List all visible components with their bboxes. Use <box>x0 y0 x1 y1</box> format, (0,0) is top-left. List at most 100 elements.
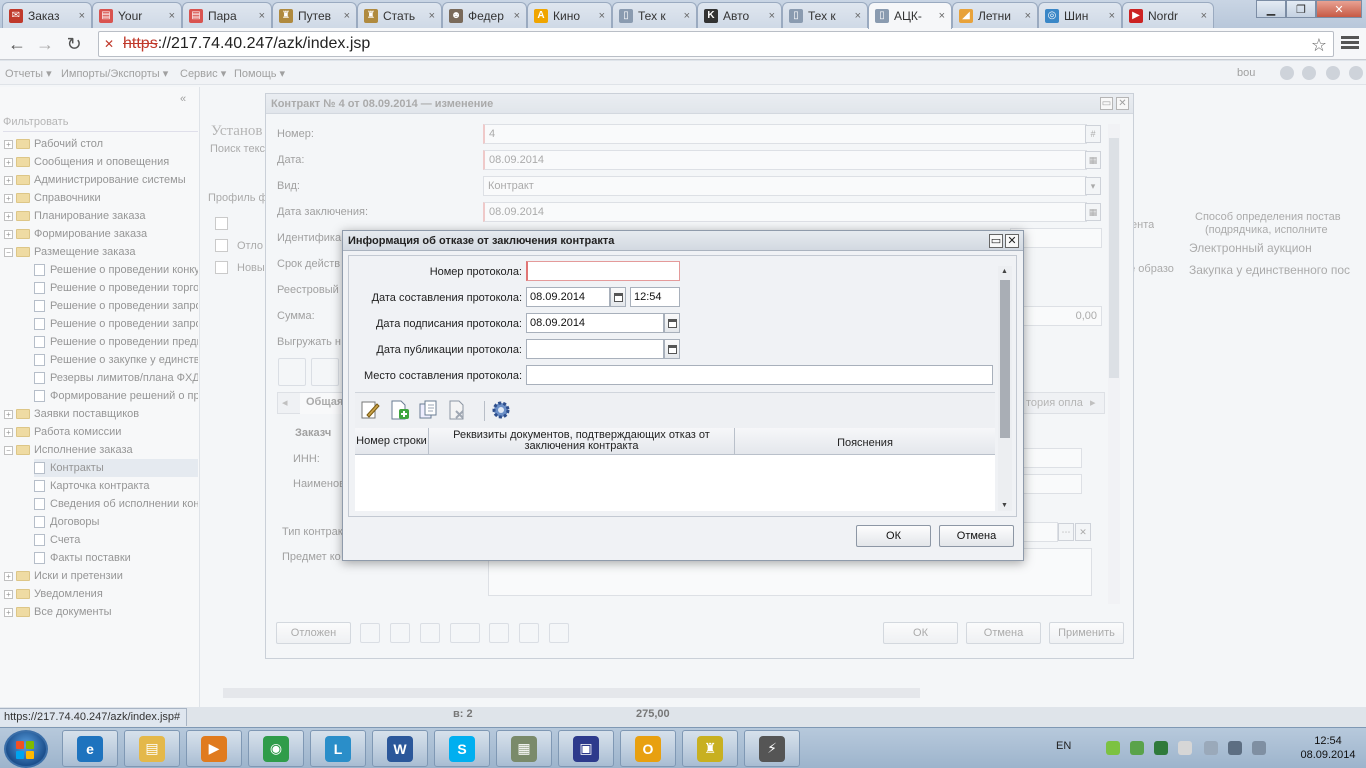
browser-tab[interactable]: ▤ Your × <box>92 2 182 28</box>
browser-tab-title: Пара <box>208 8 237 23</box>
compose-date-input[interactable] <box>526 287 610 307</box>
taskbar-app-skype[interactable]: S <box>434 730 490 767</box>
column-header-row-number[interactable]: Номер строки <box>355 428 429 454</box>
browser-tab[interactable]: ✉ Заказ × <box>2 2 92 28</box>
browser-tab[interactable]: ♜ Путев × <box>272 2 357 28</box>
url-scheme: https <box>123 35 158 52</box>
close-tab-icon[interactable]: × <box>769 10 775 22</box>
footer-sum: 275,00 <box>636 708 670 720</box>
browser-tab-title: Летни <box>978 8 1011 23</box>
browser-tab-title: АЦК- <box>894 9 922 23</box>
scroll-thumb[interactable] <box>1000 280 1010 438</box>
reload-button[interactable]: ↻ <box>63 33 85 55</box>
tray-check-icon[interactable] <box>1130 741 1144 755</box>
taskbar-app-connection-app[interactable]: ⚡ <box>744 730 800 767</box>
close-tab-icon[interactable]: × <box>259 10 265 22</box>
taskbar-app-spreadsheet-app[interactable]: ▦ <box>496 730 552 767</box>
taskbar-app-explorer[interactable]: ▤ <box>124 730 180 767</box>
browser-tab[interactable]: A Кино × <box>527 2 612 28</box>
bookmark-star-icon[interactable]: ☆ <box>1311 33 1327 57</box>
close-tab-icon[interactable]: × <box>939 10 945 22</box>
system-clock[interactable]: 12:54 08.09.2014 <box>1298 734 1358 762</box>
close-tab-icon[interactable]: × <box>514 10 520 22</box>
scroll-down-icon[interactable]: ▼ <box>1001 502 1008 509</box>
favicon-icon: A <box>534 8 548 23</box>
taskbar-app-word[interactable]: W <box>372 730 428 767</box>
browser-tab[interactable]: ☻ Федер × <box>442 2 527 28</box>
close-tab-icon[interactable]: × <box>684 10 690 22</box>
browser-tab[interactable]: ▤ Пара × <box>182 2 272 28</box>
flag-icon[interactable] <box>1178 741 1192 755</box>
favicon-icon: ✉ <box>9 8 23 23</box>
column-header-notes[interactable]: Пояснения <box>735 428 995 454</box>
browser-tab[interactable]: ♜ Стать × <box>357 2 442 28</box>
dialog-cancel-button[interactable]: Отмена <box>939 525 1014 547</box>
close-tab-icon[interactable]: × <box>344 10 350 22</box>
address-bar[interactable]: ✕ https://217.74.40.247/azk/index.jsp ☆ <box>98 31 1334 57</box>
language-indicator[interactable]: EN <box>1056 740 1071 752</box>
favicon-icon: ▤ <box>189 8 203 23</box>
add-row-icon[interactable] <box>388 399 410 421</box>
sign-date-calendar-button[interactable] <box>664 313 680 333</box>
close-icon: ✕ <box>1007 235 1017 247</box>
close-tab-icon[interactable]: × <box>79 10 85 22</box>
refusal-info-dialog: Информация об отказе от заключения контр… <box>342 230 1024 561</box>
browser-tab[interactable]: K Авто × <box>697 2 782 28</box>
browser-tab[interactable]: ▯ Тех к × <box>782 2 868 28</box>
tray-sync-icon[interactable] <box>1154 741 1168 755</box>
browser-tab[interactable]: ▯ Тех к × <box>612 2 697 28</box>
grid-body[interactable] <box>355 455 995 511</box>
forward-button[interactable]: → <box>34 33 56 55</box>
tray-app-icon[interactable] <box>1106 741 1120 755</box>
back-button[interactable]: ← <box>6 33 28 55</box>
compose-date-calendar-button[interactable] <box>610 287 626 307</box>
close-window-button[interactable]: ✕ <box>1316 0 1362 18</box>
network-icon[interactable] <box>1228 741 1242 755</box>
browser-tab[interactable]: ▯ АЦК- × <box>868 2 952 29</box>
volume-icon[interactable] <box>1252 741 1266 755</box>
close-tab-icon[interactable]: × <box>1109 10 1115 22</box>
dialog-ok-button[interactable]: ОК <box>856 525 931 547</box>
taskbar-app-lync[interactable]: L <box>310 730 366 767</box>
device-icon[interactable] <box>1204 741 1218 755</box>
minimize-button[interactable]: ▁ <box>1256 0 1286 18</box>
taskbar-app-save-app[interactable]: ▣ <box>558 730 614 767</box>
dialog-maximize-button[interactable]: ▭ <box>989 234 1003 248</box>
close-tab-icon[interactable]: × <box>169 10 175 22</box>
close-tab-icon[interactable]: × <box>1201 10 1207 22</box>
start-button[interactable] <box>4 730 48 768</box>
toolbar-separator <box>484 401 485 421</box>
close-tab-icon[interactable]: × <box>429 10 435 22</box>
gear-icon[interactable] <box>490 399 512 421</box>
copy-row-icon[interactable] <box>417 399 439 421</box>
dialog-vertical-scrollbar[interactable]: ▲ ▼ <box>998 266 1012 511</box>
dialog-close-button[interactable]: ✕ <box>1005 234 1019 248</box>
taskbar-app-network-app[interactable]: ♜ <box>682 730 738 767</box>
browser-tab[interactable]: ◎ Шин × <box>1038 2 1122 28</box>
taskbar-app-chrome[interactable]: ◉ <box>248 730 304 767</box>
scroll-up-icon[interactable]: ▲ <box>1001 268 1008 275</box>
taskbar-app-outlook[interactable]: O <box>620 730 676 767</box>
taskbar-app-media-player[interactable]: ▶ <box>186 730 242 767</box>
sign-date-input[interactable] <box>526 313 664 333</box>
place-input[interactable] <box>526 365 993 385</box>
dialog-title: Информация об отказе от заключения контр… <box>343 231 1023 251</box>
compose-time-input[interactable] <box>630 287 680 307</box>
close-tab-icon[interactable]: × <box>855 10 861 22</box>
protocol-number-input[interactable] <box>526 261 680 281</box>
edit-row-icon[interactable] <box>359 399 381 421</box>
column-header-requisites[interactable]: Реквизиты документов, подтверждающих отк… <box>429 428 735 454</box>
taskbar-app-ie[interactable]: e <box>62 730 118 767</box>
browser-tab[interactable]: ▶ Nordr × <box>1122 2 1214 28</box>
publish-date-input[interactable] <box>526 339 664 359</box>
delete-row-icon[interactable] <box>446 399 468 421</box>
close-tab-icon[interactable]: × <box>1025 10 1031 22</box>
arrow-left-icon: ← <box>8 34 26 54</box>
publish-date-label: Дата публикации протокола: <box>376 344 522 356</box>
browser-menu-button[interactable] <box>1340 34 1360 54</box>
browser-tab[interactable]: ◢ Летни × <box>952 2 1038 28</box>
publish-date-calendar-button[interactable] <box>664 339 680 359</box>
close-tab-icon[interactable]: × <box>599 10 605 22</box>
maximize-button[interactable]: ❐ <box>1286 0 1316 18</box>
insecure-lock-icon: ✕ <box>104 37 115 51</box>
